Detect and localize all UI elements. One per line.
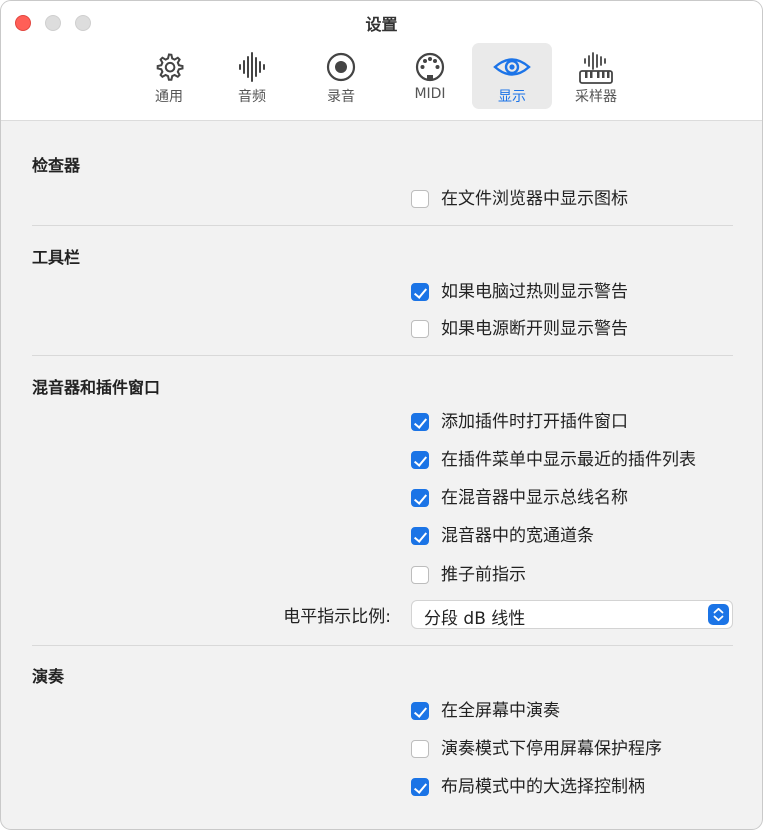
section-divider bbox=[32, 645, 733, 646]
tab-display[interactable]: 显示 bbox=[472, 43, 552, 109]
checkbox-box[interactable] bbox=[411, 413, 429, 431]
checkbox-label: 混音器中的宽通道条 bbox=[441, 526, 594, 546]
select-stepper-icon bbox=[708, 604, 729, 625]
tab-sampler[interactable]: 采样器 bbox=[556, 43, 636, 109]
checkbox-label: 演奏模式下停用屏幕保护程序 bbox=[441, 739, 662, 759]
meter-scale-select[interactable]: 分段 dB 线性 bbox=[411, 600, 733, 629]
tab-audio[interactable]: 音频 bbox=[212, 43, 292, 109]
checkbox-box[interactable] bbox=[411, 566, 429, 584]
section-title-mixer: 混音器和插件窗口 bbox=[32, 378, 161, 397]
meter-scale-label: 电平指示比例: bbox=[283, 607, 391, 627]
section-title-inspector: 检查器 bbox=[32, 156, 81, 175]
tab-midi[interactable]: MIDI bbox=[390, 43, 470, 109]
checkbox-label: 添加插件时打开插件窗口 bbox=[441, 412, 628, 432]
checkbox-box[interactable] bbox=[411, 740, 429, 758]
checkbox-box[interactable] bbox=[411, 527, 429, 545]
checkbox-box[interactable] bbox=[411, 320, 429, 338]
window-title: 设置 bbox=[365, 15, 398, 34]
tab-label: 采样器 bbox=[575, 89, 617, 105]
sampler-keyboard-icon bbox=[579, 52, 613, 84]
checkbox-box[interactable] bbox=[411, 283, 429, 301]
tab-label: 显示 bbox=[498, 89, 526, 105]
title-bar: 设置 通用 音频 录音 MIDI 显示 采样器 bbox=[1, 1, 762, 121]
tab-label: 录音 bbox=[327, 89, 355, 105]
checkbox-box[interactable] bbox=[411, 702, 429, 720]
eye-icon bbox=[493, 58, 531, 76]
settings-window: 设置 通用 音频 录音 MIDI 显示 采样器 检查器 在文件浏览器中显示图标 … bbox=[0, 0, 763, 830]
checkbox-label: 如果电脑过热则显示警告 bbox=[441, 282, 628, 302]
checkbox-label: 在插件菜单中显示最近的插件列表 bbox=[441, 450, 696, 470]
record-icon bbox=[326, 52, 356, 82]
waveform-icon bbox=[239, 52, 265, 82]
checkbox-box[interactable] bbox=[411, 190, 429, 208]
section-title-performance: 演奏 bbox=[32, 667, 65, 686]
checkbox-label: 在全屏幕中演奏 bbox=[441, 701, 560, 721]
gear-icon bbox=[156, 53, 184, 81]
checkbox-label: 推子前指示 bbox=[441, 565, 526, 585]
tab-general[interactable]: 通用 bbox=[129, 43, 209, 109]
meter-scale-value: 分段 dB 线性 bbox=[424, 609, 526, 629]
checkbox-box[interactable] bbox=[411, 778, 429, 796]
tab-label: 通用 bbox=[155, 89, 183, 105]
checkbox-box[interactable] bbox=[411, 489, 429, 507]
tab-label: 音频 bbox=[238, 89, 266, 105]
checkbox-label: 在混音器中显示总线名称 bbox=[441, 488, 628, 508]
section-divider bbox=[32, 225, 733, 226]
midi-port-icon bbox=[415, 52, 445, 82]
tab-label: MIDI bbox=[414, 86, 446, 102]
checkbox-box[interactable] bbox=[411, 451, 429, 469]
section-divider bbox=[32, 355, 733, 356]
checkbox-label: 布局模式中的大选择控制柄 bbox=[441, 777, 645, 797]
tab-recording[interactable]: 录音 bbox=[301, 43, 381, 109]
checkbox-label: 在文件浏览器中显示图标 bbox=[441, 189, 628, 209]
checkbox-label: 如果电源断开则显示警告 bbox=[441, 319, 628, 339]
section-title-toolbar: 工具栏 bbox=[32, 248, 81, 267]
